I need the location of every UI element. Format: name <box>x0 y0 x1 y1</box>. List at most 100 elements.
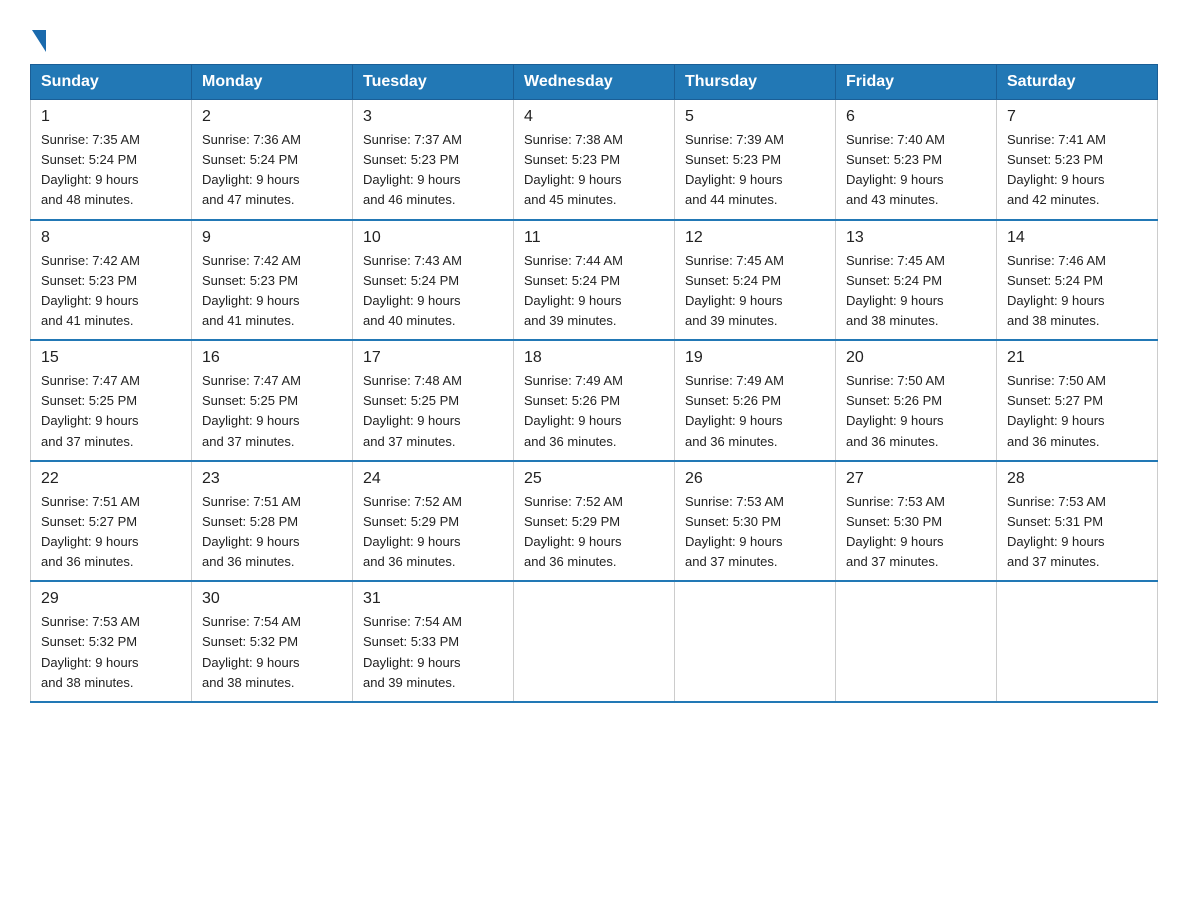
day-info: Sunrise: 7:50 AM Sunset: 5:27 PM Dayligh… <box>1007 371 1147 452</box>
logo <box>30 30 46 46</box>
calendar-day-cell: 13 Sunrise: 7:45 AM Sunset: 5:24 PM Dayl… <box>836 220 997 341</box>
day-number: 10 <box>363 229 503 247</box>
day-number: 20 <box>846 349 986 367</box>
calendar-table: Sunday Monday Tuesday Wednesday Thursday… <box>30 64 1158 703</box>
weekday-header-row: Sunday Monday Tuesday Wednesday Thursday… <box>31 65 1158 100</box>
day-number: 3 <box>363 108 503 126</box>
calendar-day-cell: 18 Sunrise: 7:49 AM Sunset: 5:26 PM Dayl… <box>514 340 675 461</box>
calendar-day-cell: 15 Sunrise: 7:47 AM Sunset: 5:25 PM Dayl… <box>31 340 192 461</box>
calendar-day-cell: 27 Sunrise: 7:53 AM Sunset: 5:30 PM Dayl… <box>836 461 997 582</box>
day-number: 15 <box>41 349 181 367</box>
day-number: 23 <box>202 470 342 488</box>
calendar-day-cell: 6 Sunrise: 7:40 AM Sunset: 5:23 PM Dayli… <box>836 100 997 220</box>
header-friday: Friday <box>836 65 997 100</box>
day-number: 4 <box>524 108 664 126</box>
day-info: Sunrise: 7:44 AM Sunset: 5:24 PM Dayligh… <box>524 251 664 332</box>
header-wednesday: Wednesday <box>514 65 675 100</box>
calendar-day-cell: 19 Sunrise: 7:49 AM Sunset: 5:26 PM Dayl… <box>675 340 836 461</box>
calendar-day-cell: 7 Sunrise: 7:41 AM Sunset: 5:23 PM Dayli… <box>997 100 1158 220</box>
calendar-day-cell: 31 Sunrise: 7:54 AM Sunset: 5:33 PM Dayl… <box>353 581 514 702</box>
day-info: Sunrise: 7:53 AM Sunset: 5:30 PM Dayligh… <box>685 492 825 573</box>
calendar-day-cell: 4 Sunrise: 7:38 AM Sunset: 5:23 PM Dayli… <box>514 100 675 220</box>
header-sunday: Sunday <box>31 65 192 100</box>
day-number: 8 <box>41 229 181 247</box>
day-number: 17 <box>363 349 503 367</box>
calendar-day-cell: 10 Sunrise: 7:43 AM Sunset: 5:24 PM Dayl… <box>353 220 514 341</box>
logo-triangle-icon <box>32 30 46 52</box>
calendar-week-row: 15 Sunrise: 7:47 AM Sunset: 5:25 PM Dayl… <box>31 340 1158 461</box>
calendar-day-cell: 17 Sunrise: 7:48 AM Sunset: 5:25 PM Dayl… <box>353 340 514 461</box>
day-info: Sunrise: 7:43 AM Sunset: 5:24 PM Dayligh… <box>363 251 503 332</box>
calendar-day-cell: 9 Sunrise: 7:42 AM Sunset: 5:23 PM Dayli… <box>192 220 353 341</box>
day-info: Sunrise: 7:35 AM Sunset: 5:24 PM Dayligh… <box>41 130 181 211</box>
calendar-day-cell: 22 Sunrise: 7:51 AM Sunset: 5:27 PM Dayl… <box>31 461 192 582</box>
calendar-day-cell: 14 Sunrise: 7:46 AM Sunset: 5:24 PM Dayl… <box>997 220 1158 341</box>
day-info: Sunrise: 7:42 AM Sunset: 5:23 PM Dayligh… <box>41 251 181 332</box>
header-saturday: Saturday <box>997 65 1158 100</box>
calendar-day-cell: 20 Sunrise: 7:50 AM Sunset: 5:26 PM Dayl… <box>836 340 997 461</box>
day-info: Sunrise: 7:48 AM Sunset: 5:25 PM Dayligh… <box>363 371 503 452</box>
day-number: 28 <box>1007 470 1147 488</box>
calendar-day-cell: 24 Sunrise: 7:52 AM Sunset: 5:29 PM Dayl… <box>353 461 514 582</box>
day-info: Sunrise: 7:47 AM Sunset: 5:25 PM Dayligh… <box>41 371 181 452</box>
day-info: Sunrise: 7:46 AM Sunset: 5:24 PM Dayligh… <box>1007 251 1147 332</box>
day-info: Sunrise: 7:49 AM Sunset: 5:26 PM Dayligh… <box>524 371 664 452</box>
calendar-day-cell <box>675 581 836 702</box>
calendar-day-cell: 2 Sunrise: 7:36 AM Sunset: 5:24 PM Dayli… <box>192 100 353 220</box>
day-number: 13 <box>846 229 986 247</box>
day-info: Sunrise: 7:45 AM Sunset: 5:24 PM Dayligh… <box>846 251 986 332</box>
day-info: Sunrise: 7:53 AM Sunset: 5:32 PM Dayligh… <box>41 612 181 693</box>
day-info: Sunrise: 7:40 AM Sunset: 5:23 PM Dayligh… <box>846 130 986 211</box>
day-info: Sunrise: 7:39 AM Sunset: 5:23 PM Dayligh… <box>685 130 825 211</box>
day-number: 18 <box>524 349 664 367</box>
calendar-day-cell: 12 Sunrise: 7:45 AM Sunset: 5:24 PM Dayl… <box>675 220 836 341</box>
calendar-day-cell: 5 Sunrise: 7:39 AM Sunset: 5:23 PM Dayli… <box>675 100 836 220</box>
calendar-day-cell: 16 Sunrise: 7:47 AM Sunset: 5:25 PM Dayl… <box>192 340 353 461</box>
header-thursday: Thursday <box>675 65 836 100</box>
day-number: 7 <box>1007 108 1147 126</box>
day-number: 5 <box>685 108 825 126</box>
calendar-day-cell: 11 Sunrise: 7:44 AM Sunset: 5:24 PM Dayl… <box>514 220 675 341</box>
calendar-day-cell: 30 Sunrise: 7:54 AM Sunset: 5:32 PM Dayl… <box>192 581 353 702</box>
day-number: 25 <box>524 470 664 488</box>
calendar-day-cell: 29 Sunrise: 7:53 AM Sunset: 5:32 PM Dayl… <box>31 581 192 702</box>
day-info: Sunrise: 7:41 AM Sunset: 5:23 PM Dayligh… <box>1007 130 1147 211</box>
day-number: 12 <box>685 229 825 247</box>
page-header <box>30 20 1158 46</box>
calendar-day-cell: 28 Sunrise: 7:53 AM Sunset: 5:31 PM Dayl… <box>997 461 1158 582</box>
day-info: Sunrise: 7:51 AM Sunset: 5:27 PM Dayligh… <box>41 492 181 573</box>
day-info: Sunrise: 7:38 AM Sunset: 5:23 PM Dayligh… <box>524 130 664 211</box>
calendar-day-cell: 25 Sunrise: 7:52 AM Sunset: 5:29 PM Dayl… <box>514 461 675 582</box>
day-number: 9 <box>202 229 342 247</box>
calendar-day-cell: 21 Sunrise: 7:50 AM Sunset: 5:27 PM Dayl… <box>997 340 1158 461</box>
calendar-day-cell: 1 Sunrise: 7:35 AM Sunset: 5:24 PM Dayli… <box>31 100 192 220</box>
day-number: 21 <box>1007 349 1147 367</box>
day-number: 27 <box>846 470 986 488</box>
day-info: Sunrise: 7:47 AM Sunset: 5:25 PM Dayligh… <box>202 371 342 452</box>
day-number: 16 <box>202 349 342 367</box>
day-number: 26 <box>685 470 825 488</box>
calendar-day-cell <box>836 581 997 702</box>
day-info: Sunrise: 7:52 AM Sunset: 5:29 PM Dayligh… <box>363 492 503 573</box>
calendar-day-cell: 26 Sunrise: 7:53 AM Sunset: 5:30 PM Dayl… <box>675 461 836 582</box>
day-number: 14 <box>1007 229 1147 247</box>
day-number: 22 <box>41 470 181 488</box>
day-info: Sunrise: 7:51 AM Sunset: 5:28 PM Dayligh… <box>202 492 342 573</box>
day-info: Sunrise: 7:54 AM Sunset: 5:33 PM Dayligh… <box>363 612 503 693</box>
day-number: 6 <box>846 108 986 126</box>
day-number: 31 <box>363 590 503 608</box>
day-info: Sunrise: 7:52 AM Sunset: 5:29 PM Dayligh… <box>524 492 664 573</box>
day-info: Sunrise: 7:37 AM Sunset: 5:23 PM Dayligh… <box>363 130 503 211</box>
day-info: Sunrise: 7:53 AM Sunset: 5:31 PM Dayligh… <box>1007 492 1147 573</box>
day-info: Sunrise: 7:42 AM Sunset: 5:23 PM Dayligh… <box>202 251 342 332</box>
logo-wordmark <box>30 30 46 46</box>
calendar-week-row: 29 Sunrise: 7:53 AM Sunset: 5:32 PM Dayl… <box>31 581 1158 702</box>
day-info: Sunrise: 7:54 AM Sunset: 5:32 PM Dayligh… <box>202 612 342 693</box>
day-info: Sunrise: 7:50 AM Sunset: 5:26 PM Dayligh… <box>846 371 986 452</box>
day-number: 1 <box>41 108 181 126</box>
day-number: 29 <box>41 590 181 608</box>
day-number: 2 <box>202 108 342 126</box>
calendar-week-row: 1 Sunrise: 7:35 AM Sunset: 5:24 PM Dayli… <box>31 100 1158 220</box>
day-number: 11 <box>524 229 664 247</box>
calendar-day-cell <box>514 581 675 702</box>
